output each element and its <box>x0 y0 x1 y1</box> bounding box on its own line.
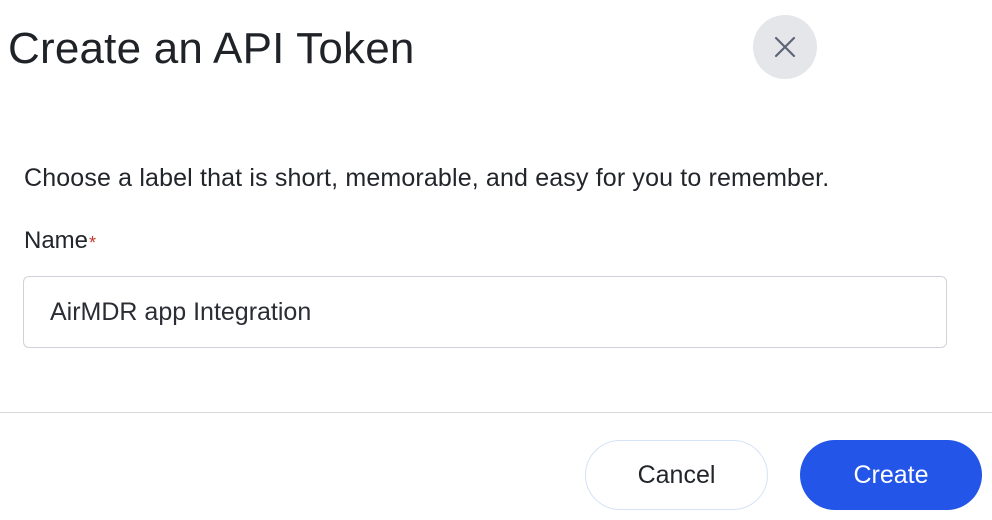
name-input[interactable] <box>23 276 947 348</box>
name-field-label: Name* <box>24 224 96 258</box>
create-button[interactable]: Create <box>800 440 982 510</box>
dialog-title: Create an API Token <box>8 24 415 73</box>
dialog-description: Choose a label that is short, memorable,… <box>24 164 830 192</box>
close-icon <box>773 35 797 59</box>
footer-divider <box>0 412 992 413</box>
cancel-button[interactable]: Cancel <box>585 440 768 510</box>
required-marker: * <box>89 233 97 253</box>
name-label-text: Name <box>24 227 89 254</box>
close-button[interactable] <box>753 15 817 79</box>
create-api-token-dialog: Create an API Token Choose a label that … <box>0 0 992 520</box>
